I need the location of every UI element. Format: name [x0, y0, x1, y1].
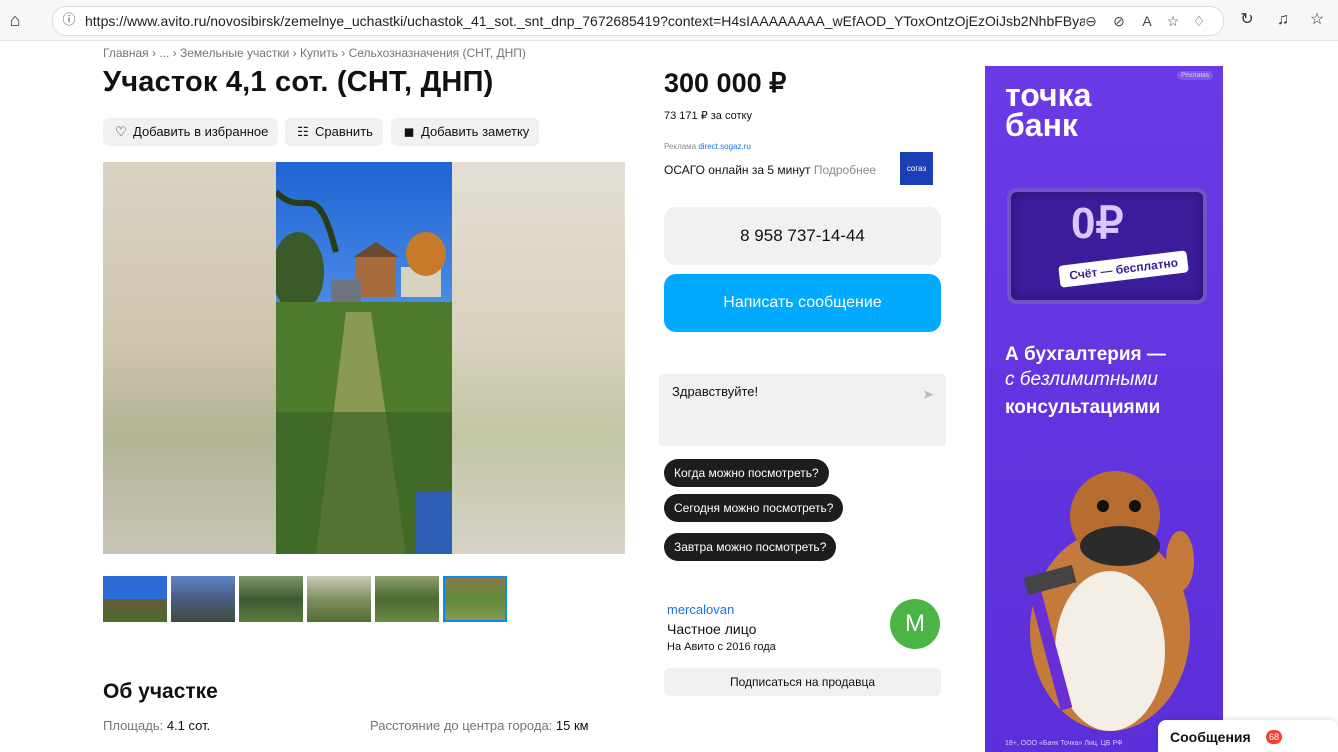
page-title: Участок 4,1 сот. (СНТ, ДНП): [103, 66, 494, 98]
avatar[interactable]: M: [890, 599, 940, 649]
heart-icon: ♡: [115, 124, 127, 139]
add-note-button[interactable]: ◼ Добавить заметку: [391, 118, 540, 146]
banner-zero: 0₽: [1071, 199, 1124, 248]
banner-brand-line1: точка: [1005, 77, 1092, 113]
ad-label: Реклама direct.sogaz.ru: [664, 142, 751, 151]
thumbnail-1[interactable]: [103, 576, 167, 622]
ad-domain-link[interactable]: direct.sogaz.ru: [698, 142, 750, 151]
thumbnail-4[interactable]: [307, 576, 371, 622]
browser-extension-icon[interactable]: ♫: [1272, 9, 1294, 31]
subscribe-seller-button[interactable]: Подписаться на продавца: [664, 668, 941, 696]
banner-legal: 18+, ООО «Банк Точка» Лиц. ЦБ РФ: [1005, 740, 1123, 747]
url-text[interactable]: https://www.avito.ru/novosibirsk/zemelny…: [85, 13, 1085, 29]
ad-text[interactable]: ОСАГО онлайн за 5 минут Подробнее: [664, 163, 876, 177]
param-area-label: Площадь:: [103, 718, 164, 733]
browser-toolbar: ⌂ ⓘ https://www.avito.ru/novosibirsk/zem…: [0, 0, 1338, 41]
ad-text-main: ОСАГО онлайн за 5 минут: [664, 163, 811, 177]
thumbnail-5[interactable]: [375, 576, 439, 622]
banner-pill: Счёт — бесплатно: [1058, 250, 1190, 288]
messages-panel[interactable]: Сообщения 68: [1158, 720, 1338, 752]
banner-line3: консультациями: [1005, 397, 1161, 418]
home-icon[interactable]: ⌂: [4, 9, 26, 31]
add-to-favorites-button[interactable]: ♡ Добавить в избранное: [103, 118, 279, 146]
compare-icon: ☷: [297, 124, 309, 139]
param-distance-value: 15 км: [555, 718, 589, 733]
messages-label[interactable]: Сообщения: [1170, 729, 1251, 745]
chat-input[interactable]: Здравствуйте! ➤: [659, 374, 946, 446]
photo-gallery[interactable]: [103, 162, 625, 554]
param-area-value: 4.1 сот.: [166, 718, 211, 733]
site-info-icon[interactable]: ⓘ: [61, 12, 77, 28]
banner-ad-tag: Реклама: [1177, 71, 1214, 80]
seller-since: На Авито с 2016 года: [667, 641, 776, 653]
chat-input-text[interactable]: Здравствуйте!: [672, 384, 758, 399]
seller-name-link[interactable]: mercalovan: [667, 602, 734, 617]
messages-badge: 68: [1266, 730, 1282, 744]
write-message-button[interactable]: Написать сообщение: [664, 274, 941, 332]
banner-zero-box: 0₽ Счёт — бесплатно: [1007, 188, 1207, 304]
price-per-sotka: 73 171 ₽ за сотку: [664, 110, 752, 122]
thumbnail-2[interactable]: [171, 576, 235, 622]
ad-banner[interactable]: Реклама точка банк 0₽ Счёт — бесплатно А…: [985, 66, 1223, 752]
compare-button[interactable]: ☷ Сравнить: [285, 118, 383, 146]
favorites-icon[interactable]: ☆: [1306, 9, 1328, 31]
about-heading: Об участке: [103, 680, 218, 703]
quick-question-today[interactable]: Сегодня можно посмотреть?: [664, 494, 844, 522]
note-icon: ◼: [403, 124, 415, 139]
ad-label-text: Реклама: [664, 142, 697, 151]
banner-brand: точка банк: [1005, 77, 1092, 143]
address-bar[interactable]: ⓘ https://www.avito.ru/novosibirsk/zemel…: [52, 6, 1224, 36]
read-aloud-icon[interactable]: A: [1137, 11, 1157, 31]
send-icon[interactable]: ➤: [922, 386, 934, 403]
refresh-icon[interactable]: ↻: [1236, 9, 1258, 31]
thumbnail-3[interactable]: [239, 576, 303, 622]
thumbnail-6-selected[interactable]: [443, 576, 507, 622]
price: 300 000 ₽: [664, 68, 787, 98]
note-label: Добавить заметку: [421, 124, 530, 139]
photo-blur-left: [103, 162, 276, 554]
favorites-label: Добавить в избранное: [133, 124, 269, 139]
photo-blur-right: [452, 162, 625, 554]
banner-line1: А бухгалтерия —: [1005, 344, 1166, 365]
quick-question-when[interactable]: Когда можно посмотреть?: [664, 459, 829, 487]
ad-more-link[interactable]: Подробнее: [814, 163, 876, 177]
seller-type: Частное лицо: [667, 621, 757, 637]
param-area: Площадь: 4.1 сот.: [103, 718, 210, 733]
main-photo[interactable]: [276, 162, 452, 554]
param-distance: Расстояние до центра города: 15 км: [370, 718, 589, 733]
banner-line2: с безлимитными: [1005, 369, 1158, 390]
tracking-icon[interactable]: ⊘: [1109, 11, 1129, 31]
banner-brand-line2: банк: [1005, 107, 1078, 143]
quick-question-tomorrow[interactable]: Завтра можно посмотреть?: [664, 533, 837, 561]
compare-label: Сравнить: [315, 124, 373, 139]
breadcrumb[interactable]: Главная › ... › Земельные участки › Купи…: [103, 46, 526, 60]
extension-icon[interactable]: ♢: [1189, 11, 1209, 31]
zoom-icon[interactable]: ⊖: [1081, 11, 1101, 31]
param-distance-label: Расстояние до центра города:: [370, 718, 553, 733]
platypus-illustration: [1023, 471, 1194, 731]
show-phone-button[interactable]: 8 958 737-14-44: [664, 207, 941, 265]
sogaz-logo[interactable]: согаз: [900, 152, 933, 185]
favorite-star-icon[interactable]: ☆: [1163, 11, 1183, 31]
